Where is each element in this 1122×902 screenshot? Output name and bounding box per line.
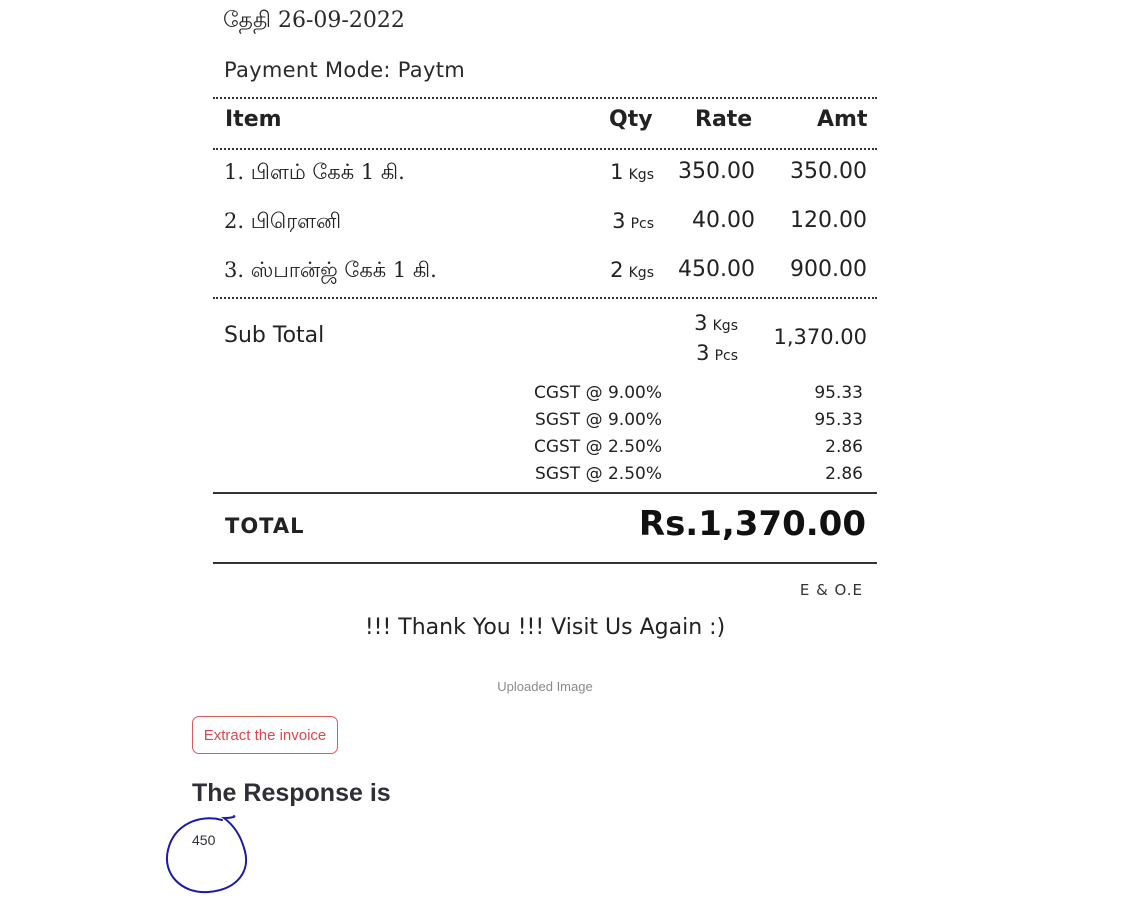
subtotal-qty-pcs: 3 Pcs: [696, 341, 738, 365]
image-caption: Uploaded Image: [497, 679, 593, 694]
item-amount: 350.00: [790, 159, 867, 184]
response-heading: The Response is: [192, 779, 391, 807]
tax-label: SGST @ 2.50%: [535, 464, 662, 484]
divider: [213, 148, 877, 150]
tax-value: 2.86: [825, 437, 863, 457]
tax-value: 95.33: [814, 410, 863, 430]
header-item: Item: [225, 107, 282, 132]
divider: [213, 97, 877, 99]
item-qty: 1 Kgs: [610, 160, 654, 184]
header-amt: Amt: [817, 107, 868, 132]
total-label: TOTAL: [225, 514, 305, 538]
extract-invoice-button[interactable]: Extract the invoice: [192, 716, 338, 754]
item-name: 2. பிரௌனி: [224, 209, 342, 233]
receipt-image: தேதி 26-09-2022 Payment Mode: Paytm Item…: [213, 0, 877, 670]
item-qty: 3 Pcs: [612, 209, 654, 233]
eoe-note: E & O.E: [799, 581, 863, 599]
item-qty: 2 Kgs: [610, 258, 654, 282]
item-name: 3. ஸ்பான்ஜ் கேக் 1 கி.: [224, 258, 437, 282]
payment-mode: Payment Mode: Paytm: [224, 58, 465, 82]
item-name: 1. பிளம் கேக் 1 கி.: [224, 160, 405, 184]
tax-value: 95.33: [814, 383, 863, 403]
tax-label: CGST @ 2.50%: [533, 437, 662, 457]
tax-label: SGST @ 9.00%: [535, 410, 662, 430]
receipt-date: தேதி 26-09-2022: [223, 8, 405, 33]
item-rate: 450.00: [678, 257, 755, 282]
subtotal-qty-kgs: 3 Kgs: [694, 311, 738, 335]
tax-label: CGST @ 9.00%: [533, 383, 662, 403]
item-amount: 900.00: [790, 257, 867, 282]
total-amount: Rs.1,370.00: [638, 504, 866, 544]
subtotal-label: Sub Total: [224, 323, 325, 348]
item-rate: 40.00: [692, 208, 755, 233]
divider: [213, 562, 877, 564]
divider: [213, 492, 877, 494]
subtotal-amount: 1,370.00: [773, 325, 867, 349]
header-qty: Qty: [609, 107, 653, 132]
item-amount: 120.00: [790, 208, 867, 233]
item-rate: 350.00: [678, 159, 755, 184]
header-rate: Rate: [695, 107, 753, 132]
hand-drawn-circle-annotation: [165, 815, 247, 894]
thank-you-message: !!! Thank You !!! Visit Us Again :): [364, 615, 726, 640]
divider: [213, 297, 877, 299]
tax-value: 2.86: [825, 464, 863, 484]
